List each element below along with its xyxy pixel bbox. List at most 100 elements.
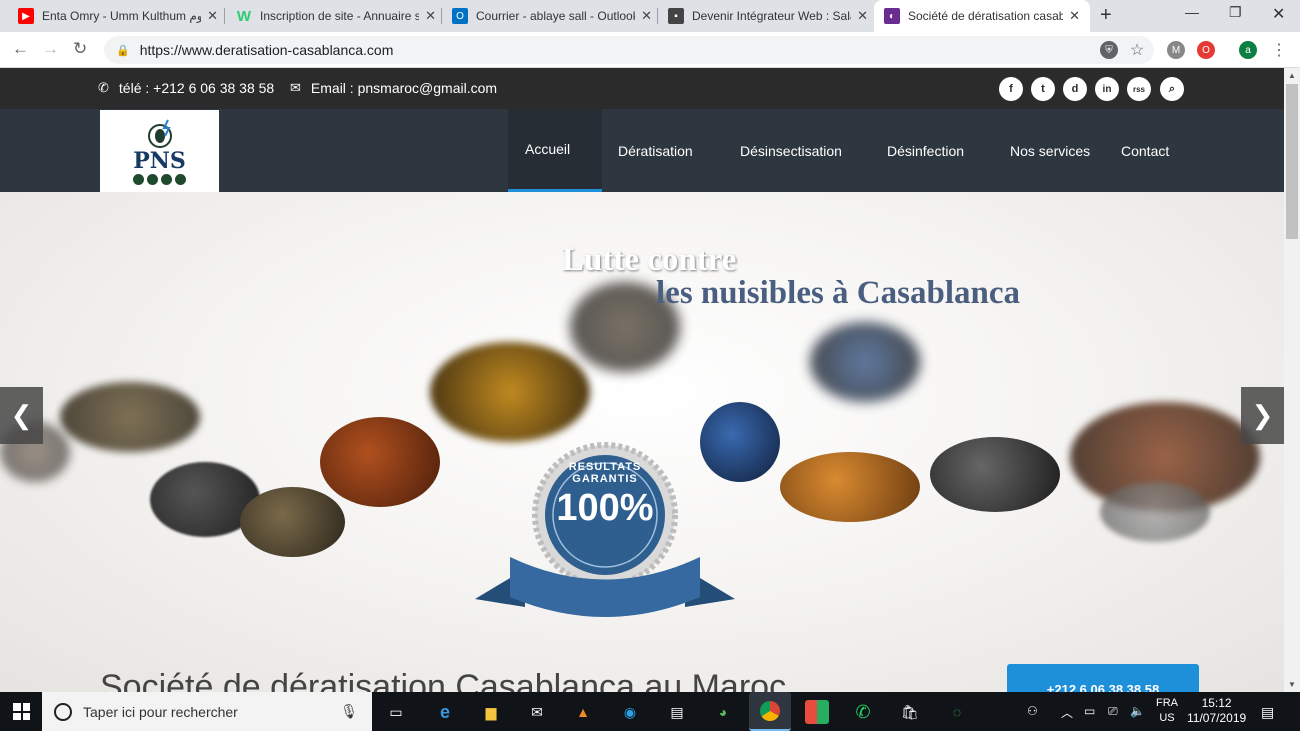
whatsapp-icon[interactable]: ✆	[851, 700, 875, 724]
nav-nos-services[interactable]: Nos services	[1010, 109, 1090, 192]
slider-prev-button[interactable]: ❮	[0, 387, 43, 444]
scrollbar-thumb[interactable]	[1286, 84, 1298, 239]
battery-icon[interactable]: ▭	[1084, 704, 1095, 718]
close-icon[interactable]: ✕	[1069, 8, 1080, 24]
facebook-icon[interactable]: f	[999, 77, 1023, 101]
chrome-icon[interactable]	[749, 692, 791, 731]
lang-secondary: US	[1159, 712, 1175, 724]
envelope-icon: ✉	[290, 80, 301, 95]
fly-image	[430, 342, 590, 442]
browser-app-icon[interactable]: ◉	[618, 700, 642, 724]
twitter-icon[interactable]: t	[1031, 77, 1055, 101]
browser-tab-3[interactable]: O Courrier - ablaye sall - Outlook ✕	[442, 0, 662, 32]
fly-image	[320, 417, 440, 507]
taskbar-search[interactable]: Taper ici pour rechercher 🎙	[42, 692, 372, 731]
close-icon[interactable]: ✕	[857, 8, 868, 24]
lang-primary: FRA	[1156, 697, 1178, 709]
store-icon[interactable]: 🛍	[898, 700, 922, 724]
phone-contact: ✆ télé : +212 6 06 38 38 58	[98, 80, 274, 96]
phone-icon: ✆	[98, 80, 109, 95]
shield-icon[interactable]: ⛨	[1100, 41, 1118, 59]
menu-dots-icon[interactable]: ⋮	[1270, 41, 1288, 59]
tab-title: Enta Omry - Umm Kulthum موم	[42, 9, 202, 23]
guarantee-seal: RESULTATS GARANTIS 100%	[465, 437, 745, 627]
new-tab-icon[interactable]: +	[1100, 4, 1112, 27]
app-tiles-icon[interactable]	[805, 700, 829, 724]
reload-icon[interactable]: ↻	[73, 39, 87, 59]
seal-label: RESULTATS GARANTIS	[568, 461, 642, 485]
page-heading: Société de dératisation Casablanca au Ma…	[100, 668, 787, 692]
people-icon[interactable]: ⚇	[1027, 704, 1038, 718]
star-icon[interactable]: ☆	[1128, 41, 1146, 59]
clock-date: 11/07/2019	[1187, 711, 1247, 725]
nav-desinsectisation[interactable]: Désinsectisation	[740, 109, 842, 192]
site-topbar: ✆ télé : +212 6 06 38 38 58 ✉ Email : pn…	[0, 68, 1284, 109]
logo-dots	[133, 173, 186, 185]
terminal-icon[interactable]: ▤	[665, 700, 689, 724]
rss-icon[interactable]: rss	[1127, 77, 1151, 101]
task-view-icon[interactable]: ▭	[384, 700, 408, 724]
logo-text: PNS	[133, 147, 186, 174]
forward-icon[interactable]: →	[42, 39, 59, 59]
fly-image	[240, 487, 345, 557]
mail-icon[interactable]: ✉	[525, 700, 549, 724]
scroll-down-icon[interactable]: ▼	[1288, 680, 1296, 689]
close-window-icon[interactable]: ✕	[1272, 4, 1285, 24]
scroll-up-icon[interactable]: ▲	[1288, 71, 1296, 80]
clock-time: 15:12	[1201, 696, 1232, 710]
call-button[interactable]: +212 6 06 38 38 58	[1007, 664, 1199, 692]
file-explorer-icon[interactable]: ▆	[479, 700, 503, 724]
search-icon[interactable]: ⌕	[1160, 77, 1184, 101]
page-scrollbar[interactable]: ▲ ▼	[1284, 68, 1300, 692]
avatar[interactable]: a	[1239, 41, 1257, 59]
hero-slider: Lutte contre les nuisibles à Casablanca …	[0, 192, 1284, 692]
nav-contact[interactable]: Contact	[1121, 109, 1169, 192]
close-icon[interactable]: ✕	[207, 8, 218, 24]
email-contact: ✉ Email : pnsmaroc@gmail.com	[290, 80, 497, 96]
language-indicator[interactable]: FRA US	[1156, 696, 1178, 726]
tab-title: Société de dératisation casabla	[908, 9, 1064, 23]
page-icon: ▪	[668, 8, 684, 24]
vlc-icon[interactable]: ▲	[571, 700, 595, 724]
address-bar[interactable]: 🔒 https://www.deratisation-casablanca.co…	[104, 36, 1154, 64]
back-icon[interactable]: ←	[12, 39, 29, 59]
browser-toolbar: ← → ↻ 🔒 https://www.deratisation-casabla…	[0, 32, 1300, 68]
logo[interactable]: PNS	[100, 110, 219, 192]
microphone-icon[interactable]: 🎙	[340, 703, 358, 720]
tab-title: Courrier - ablaye sall - Outlook	[476, 9, 636, 23]
hero-title-line1: Lutte contre	[562, 242, 737, 278]
outlook-icon: O	[452, 8, 468, 24]
network-icon[interactable]: ⎚	[1108, 704, 1118, 719]
seal-value: 100%	[556, 487, 654, 529]
close-icon[interactable]: ✕	[641, 8, 652, 24]
tab-title: Inscription de site - Annuaire s	[260, 9, 420, 23]
network-app-icon[interactable]: ◕	[711, 700, 735, 724]
maximize-icon[interactable]: ❐	[1229, 4, 1242, 21]
browser-tab-5-active[interactable]: ◐ Société de dératisation casabla ✕	[874, 0, 1090, 32]
chevron-up-icon[interactable]: ︿	[1061, 704, 1073, 721]
loading-ring-icon[interactable]: ◌	[945, 700, 969, 724]
browser-tab-1[interactable]: ▶ Enta Omry - Umm Kulthum موم ✕	[8, 0, 228, 32]
browser-tab-4[interactable]: ▪ Devenir Intégrateur Web : Sala ✕	[658, 0, 878, 32]
hero-title-line2: les nuisibles à Casablanca	[656, 275, 1020, 311]
site-icon: ◐	[884, 8, 900, 24]
linkedin-icon[interactable]: in	[1095, 77, 1119, 101]
nav-deratisation[interactable]: Dératisation	[618, 109, 693, 192]
browser-tab-2[interactable]: W Inscription de site - Annuaire s ✕	[226, 0, 446, 32]
notifications-icon[interactable]: ▤	[1261, 704, 1274, 721]
windows-start-icon[interactable]	[13, 703, 30, 720]
extension-o-icon[interactable]: O	[1197, 41, 1215, 59]
clock[interactable]: 15:12 11/07/2019	[1187, 696, 1246, 726]
minimize-icon[interactable]: —	[1185, 4, 1199, 20]
lock-icon: 🔒	[116, 44, 130, 57]
nav-accueil[interactable]: Accueil	[508, 109, 602, 192]
slider-next-button[interactable]: ❯	[1241, 387, 1284, 444]
fly-image	[810, 322, 920, 402]
tab-title: Devenir Intégrateur Web : Sala	[692, 9, 852, 23]
dribbble-icon[interactable]: d	[1063, 77, 1087, 101]
extension-m-icon[interactable]: M	[1167, 41, 1185, 59]
edge-icon[interactable]: e	[433, 700, 457, 724]
close-icon[interactable]: ✕	[425, 8, 436, 24]
nav-desinfection[interactable]: Désinfection	[887, 109, 964, 192]
volume-icon[interactable]: 🔈	[1130, 704, 1145, 718]
